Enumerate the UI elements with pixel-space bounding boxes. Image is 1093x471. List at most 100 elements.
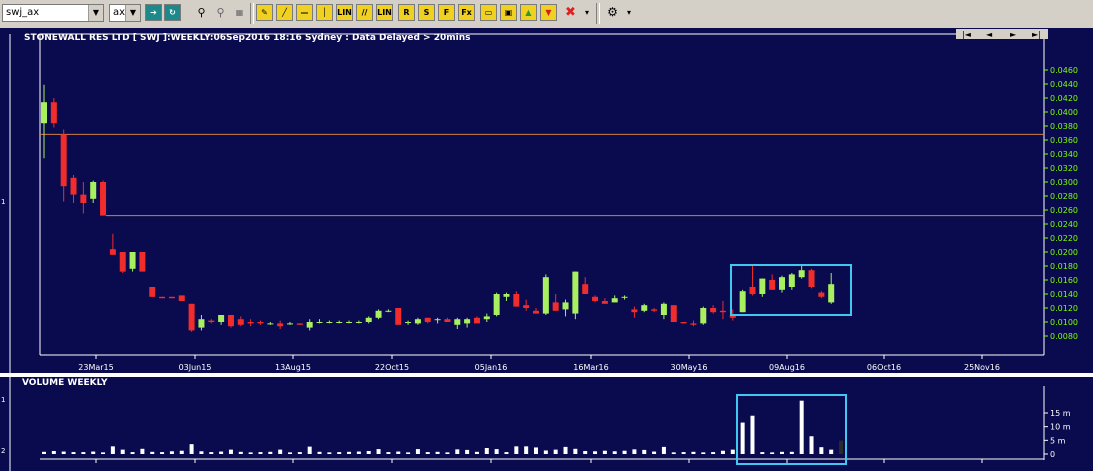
resistance-button[interactable]: R — [398, 4, 415, 21]
volume-bar — [327, 452, 332, 454]
vline-icon[interactable]: │ — [316, 4, 333, 21]
price-tick-label: 0.0280 — [1050, 192, 1078, 201]
volume-bar — [42, 451, 46, 454]
candle-body — [346, 322, 353, 323]
volume-pane-marker-2: 2 — [1, 447, 5, 455]
volume-bar — [750, 415, 755, 454]
volume-bar — [671, 452, 676, 454]
support-button[interactable]: S — [418, 4, 435, 21]
candle-body — [660, 303, 667, 315]
pane-divider[interactable] — [0, 373, 1093, 377]
candle-body — [542, 277, 549, 314]
candle-body — [611, 298, 618, 303]
pencil-icon[interactable]: ✎ — [256, 4, 273, 21]
nav-prev-icon[interactable]: ◄ — [986, 30, 993, 39]
volume-bar — [553, 449, 558, 454]
settings-icon[interactable]: ⚙ — [604, 4, 621, 21]
volume-bar — [268, 451, 273, 454]
volume-bar — [435, 451, 440, 454]
volume-bar — [179, 450, 184, 454]
volume-bar — [484, 447, 489, 454]
candle-body — [680, 322, 687, 324]
candle-body — [129, 252, 136, 269]
nav-last-icon[interactable]: ►| — [1032, 30, 1041, 39]
toolbar-separator — [250, 3, 254, 24]
refresh-icon[interactable]: ↻ — [164, 4, 181, 21]
volume-bar — [809, 436, 814, 454]
candle-body — [237, 319, 244, 325]
volume-tick-label: 15 m — [1050, 409, 1071, 418]
channel-icon[interactable]: // — [356, 4, 373, 21]
volume-bar — [189, 444, 194, 454]
buy-arrow-icon[interactable]: ▲ — [520, 4, 537, 21]
lin-button[interactable]: LIN — [336, 4, 353, 21]
note-icon[interactable]: ▭ — [480, 4, 497, 21]
volume-bar — [169, 451, 174, 454]
nav-next-icon[interactable]: ► — [1010, 30, 1017, 39]
candle-body — [483, 316, 490, 320]
x-tick-label: 16Mar16 — [573, 363, 608, 372]
volume-bar — [780, 451, 784, 454]
volume-bar — [474, 451, 479, 454]
candle-body — [287, 323, 293, 325]
volume-bar — [661, 446, 666, 454]
volume-bar — [199, 451, 204, 454]
price-tick-label: 0.0380 — [1050, 122, 1078, 131]
chevron-down-icon[interactable]: ▼ — [88, 5, 103, 21]
price-pane-marker: 1 — [1, 198, 5, 206]
volume-bar — [681, 452, 686, 454]
volume-bar — [101, 452, 106, 454]
delete-icon[interactable]: ✖ — [562, 4, 579, 21]
volume-bar — [799, 400, 804, 454]
volume-bar — [789, 451, 794, 454]
chevron-down-icon[interactable]: ▾ — [624, 4, 634, 21]
candle-body — [434, 319, 441, 321]
candle-body — [798, 270, 805, 278]
lin-channel-button[interactable]: LIN — [376, 4, 393, 21]
candle-body — [355, 322, 362, 323]
volume-bar — [494, 449, 499, 454]
candle-body — [208, 320, 215, 322]
volume-bar — [514, 446, 519, 454]
binoculars-disabled-icon[interactable]: ⚲ — [212, 4, 229, 21]
sell-arrow-icon[interactable]: ▼ — [540, 4, 557, 21]
volume-bar — [91, 451, 96, 454]
binoculars-icon[interactable]: ⚲ — [193, 4, 210, 21]
go-arrow-icon[interactable]: ➔ — [145, 4, 162, 21]
volume-tick-label: 0 — [1050, 450, 1055, 459]
candle-body — [326, 322, 333, 323]
volume-bar — [740, 422, 745, 454]
candle-body — [552, 302, 559, 311]
candle-body — [513, 294, 520, 307]
fibonacci-button[interactable]: F — [438, 4, 455, 21]
fib-ext-button[interactable]: Fx — [458, 4, 475, 21]
hline-icon[interactable]: — — [296, 4, 313, 21]
volume-bar — [150, 451, 155, 454]
candle-body — [808, 270, 815, 287]
symbol-combo[interactable]: swj_ax ▼ — [2, 4, 104, 22]
candle-body — [621, 296, 628, 298]
price-tick-label: 0.0120 — [1050, 304, 1078, 313]
text-note-icon[interactable]: ▣ — [500, 4, 517, 21]
candle-body — [306, 322, 313, 328]
candle-body — [473, 317, 480, 324]
volume-bar — [701, 452, 706, 454]
candle-body — [670, 305, 677, 322]
candle-body — [779, 277, 785, 290]
candle-body — [149, 287, 156, 297]
nav-first-icon[interactable]: |◄ — [962, 30, 972, 39]
candle-body — [109, 249, 116, 255]
chevron-down-icon[interactable]: ▼ — [125, 5, 140, 21]
trendline-icon[interactable]: ╱ — [276, 4, 293, 21]
candle-body — [582, 284, 589, 294]
volume-bar — [819, 447, 824, 454]
volume-bar — [71, 452, 76, 454]
candle-body — [651, 309, 658, 311]
price-tick-label: 0.0340 — [1050, 150, 1078, 159]
exchange-combo[interactable]: ax ▼ — [109, 4, 141, 22]
volume-bar — [228, 449, 233, 454]
calculator-icon[interactable]: ▦ — [231, 4, 248, 21]
chevron-down-icon[interactable]: ▾ — [582, 4, 592, 21]
toolbar: swj_ax ▼ ax ▼ ➔ ↻ ⚲ ⚲ ▦ ✎ ╱ — │ LIN // L… — [0, 0, 1093, 29]
candle-body — [365, 317, 372, 322]
